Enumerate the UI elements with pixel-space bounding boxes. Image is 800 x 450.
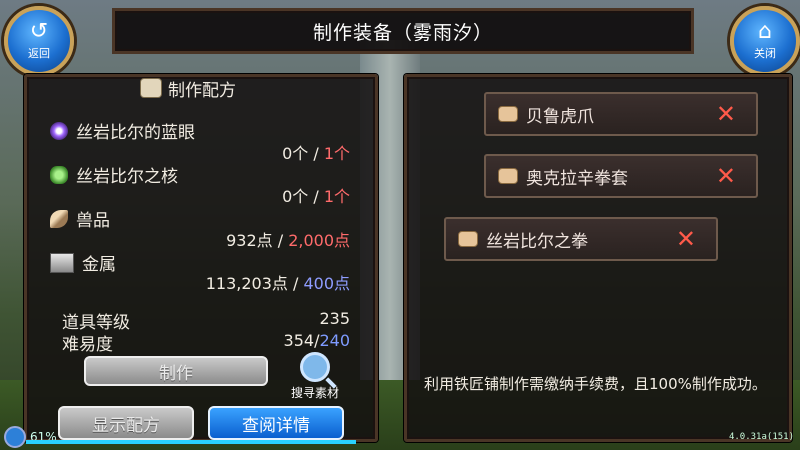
home-icon: ⌂ bbox=[758, 19, 772, 44]
item-level-value: 235 bbox=[319, 309, 350, 328]
show-recipe-button[interactable]: 显示配方 bbox=[58, 406, 194, 440]
claw-icon bbox=[50, 209, 68, 228]
crafting-description: 利用铁匠铺制作需缴纳手续费，且100%制作成功。 bbox=[424, 375, 767, 393]
material-row: 兽品 bbox=[50, 206, 110, 231]
search-material-label: 搜寻素材 bbox=[290, 386, 339, 400]
magnifier-icon bbox=[300, 352, 330, 382]
craft-button[interactable]: 制作 bbox=[84, 356, 268, 386]
equipment-name: 奥克拉辛拳套 bbox=[526, 168, 628, 189]
material-name: 丝岩比尔之核 bbox=[76, 167, 178, 187]
remove-icon[interactable]: ✕ bbox=[716, 164, 736, 188]
equipment-item-selected[interactable]: 丝岩比尔之拳 ✕ bbox=[444, 217, 718, 261]
material-quantity: 113,203点 / 400点 bbox=[205, 274, 350, 293]
recipe-heading: 制作配方 bbox=[140, 74, 236, 102]
difficulty-value: 354/240 bbox=[283, 331, 350, 350]
material-quantity: 0个 / 1个 bbox=[282, 144, 350, 163]
equipment-item[interactable]: 贝鲁虎爪 ✕ bbox=[484, 92, 758, 136]
scroll-icon bbox=[498, 168, 518, 184]
material-name: 兽品 bbox=[76, 211, 110, 231]
material-quantity: 932点 / 2,000点 bbox=[226, 231, 350, 250]
title-bar: 制作装备（雾雨汐） bbox=[112, 8, 694, 54]
back-label: 返回 bbox=[28, 47, 50, 60]
remove-icon[interactable]: ✕ bbox=[676, 227, 696, 251]
view-details-button[interactable]: 查阅详情 bbox=[208, 406, 344, 440]
back-button[interactable]: ↺ 返回 bbox=[4, 6, 74, 76]
equipment-name: 贝鲁虎爪 bbox=[526, 106, 594, 127]
back-arrow-icon: ↺ bbox=[29, 19, 49, 44]
material-name: 丝岩比尔的蓝眼 bbox=[76, 123, 195, 143]
page-title: 制作装备（雾雨汐） bbox=[312, 21, 493, 44]
difficulty-label: 难易度 bbox=[62, 335, 113, 355]
metal-ingot-icon bbox=[50, 252, 74, 273]
material-row: 金属 bbox=[50, 250, 116, 275]
recipe-heading-label: 制作配方 bbox=[168, 80, 236, 101]
battery-icon bbox=[4, 426, 26, 448]
progress-bar bbox=[26, 440, 356, 444]
search-material-button[interactable]: 搜寻素材 bbox=[282, 352, 348, 401]
material-name: 金属 bbox=[82, 255, 116, 275]
battery-indicator: 61% bbox=[4, 426, 57, 448]
recipe-scroll-icon bbox=[140, 78, 162, 98]
remove-icon[interactable]: ✕ bbox=[716, 102, 736, 126]
leaf-core-icon bbox=[50, 165, 68, 184]
material-quantity: 0个 / 1个 bbox=[282, 187, 350, 206]
material-row: 丝岩比尔之核 bbox=[50, 162, 178, 187]
material-row: 丝岩比尔的蓝眼 bbox=[50, 118, 195, 143]
version-label: 4.0.31a(151) bbox=[728, 432, 794, 442]
scroll-icon bbox=[458, 231, 478, 247]
close-button[interactable]: ⌂ 关闭 bbox=[730, 6, 800, 76]
close-label: 关闭 bbox=[754, 47, 776, 60]
eye-orb-icon bbox=[50, 121, 68, 140]
scroll-icon bbox=[498, 106, 518, 122]
equipment-item[interactable]: 奥克拉辛拳套 ✕ bbox=[484, 154, 758, 198]
equipment-name: 丝岩比尔之拳 bbox=[486, 231, 588, 252]
